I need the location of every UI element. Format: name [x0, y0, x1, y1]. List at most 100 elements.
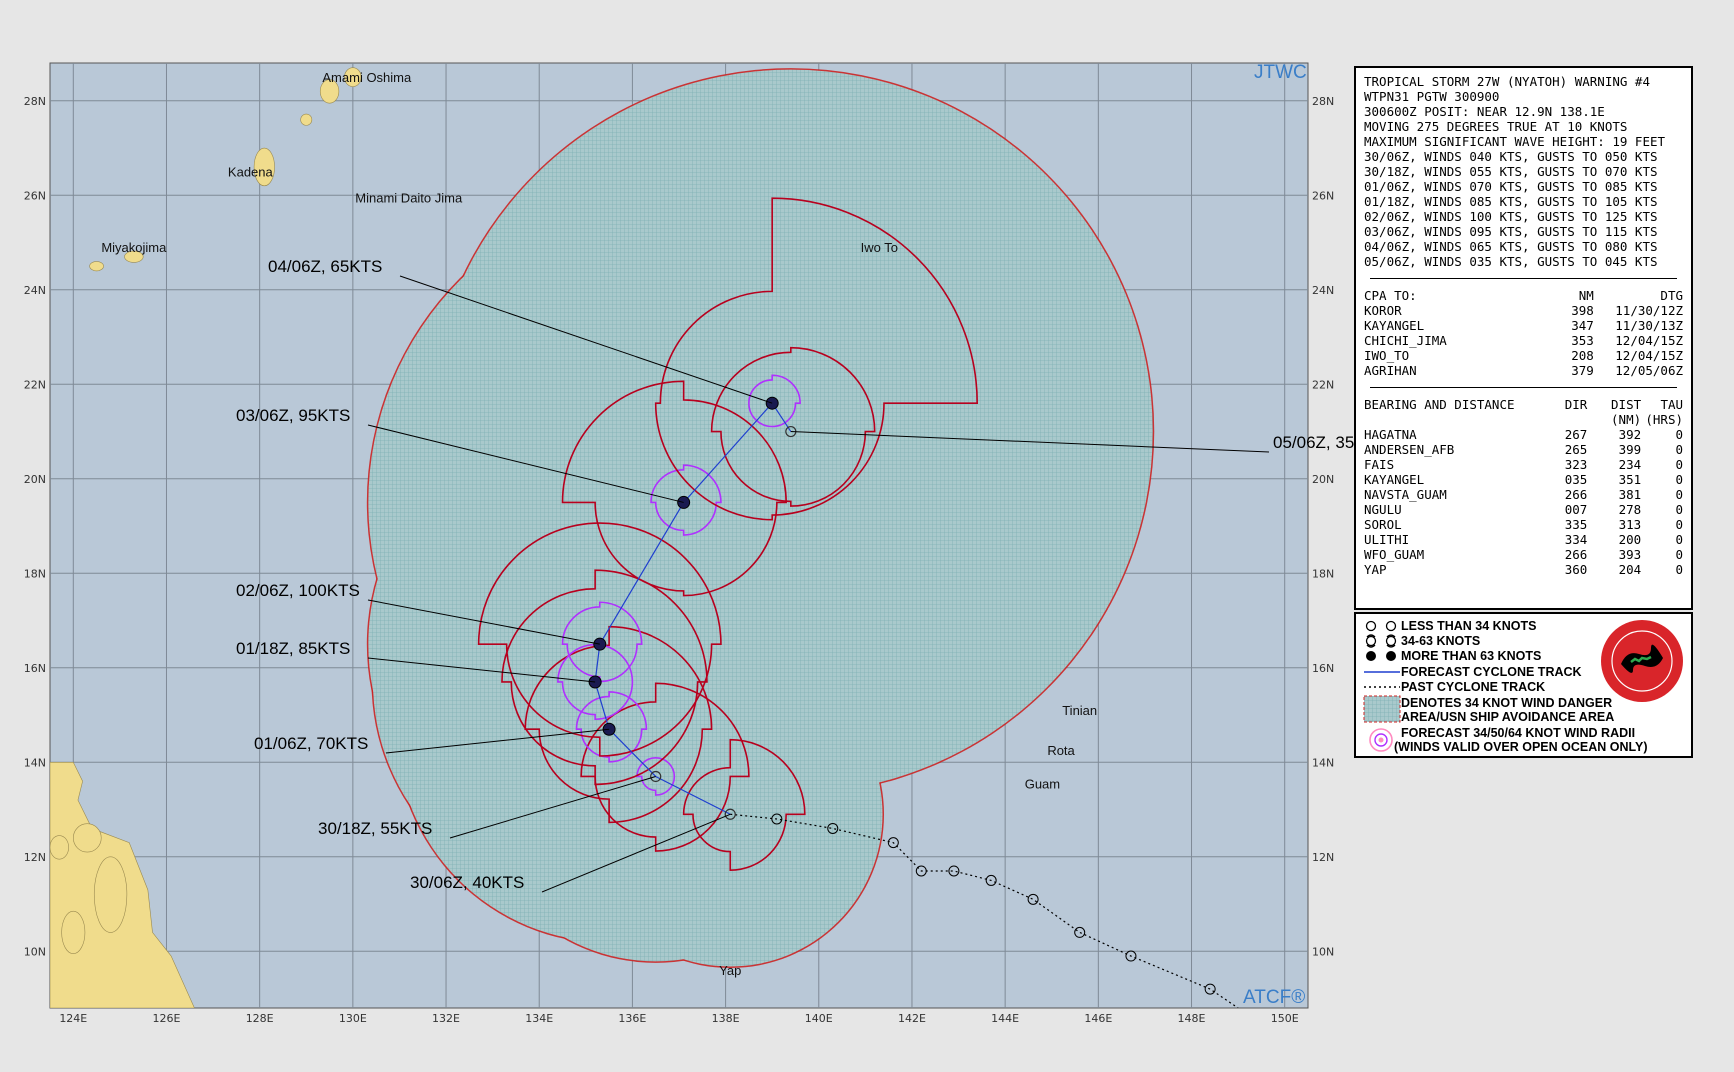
bd-row: YAP 360 204 0 — [1364, 562, 1683, 577]
cpa-row: KAYANGEL 347 11/30/13Z — [1364, 318, 1683, 333]
lon-tick-label: 150E — [1271, 1012, 1299, 1025]
legend-item-gt63: MORE THAN 63 KNOTS — [1401, 649, 1542, 663]
table-cell: 335 — [1564, 517, 1588, 532]
lat-tick-label-left: 22N — [24, 378, 46, 391]
lat-tick-label-left: 16N — [24, 662, 46, 675]
table-cell: 379 — [1571, 363, 1594, 378]
lon-tick-label: 132E — [432, 1012, 460, 1025]
table-cell: 12/04/15Z — [1615, 348, 1683, 363]
forecast-callout-label: 02/06Z, 100KTS — [236, 581, 360, 600]
table-cell: 313 — [1618, 517, 1642, 532]
table-cell: YAP — [1364, 562, 1387, 577]
place-label: Yap — [719, 963, 741, 978]
island — [50, 835, 69, 860]
table-cell: 381 — [1618, 487, 1642, 502]
table-cell: CHICHI_JIMA — [1364, 333, 1447, 348]
cpa-header-row: CPA TO: NM DTG — [1364, 288, 1683, 303]
warning-text-line: 30/18Z, WINDS 055 KTS, GUSTS TO 070 KTS — [1364, 164, 1658, 179]
warning-text-line: TROPICAL STORM 27W (NYATOH) WARNING #4 — [1364, 74, 1650, 89]
forecast-callout-label: 30/06Z, 40KTS — [410, 873, 524, 892]
lon-tick-label: 138E — [712, 1012, 740, 1025]
table-cell: KAYANGEL — [1364, 472, 1425, 487]
bd-row: NAVSTA_GUAM 266 381 0 — [1364, 487, 1683, 502]
table-cell: 323 — [1564, 457, 1588, 472]
table-cell: CPA TO: — [1364, 288, 1417, 303]
place-label: Tinian — [1062, 703, 1097, 718]
table-cell: (NM) — [1611, 412, 1642, 427]
legend-item-forecast-track: FORECAST CYCLONE TRACK — [1401, 665, 1582, 679]
table-cell: 393 — [1618, 547, 1642, 562]
island — [93, 856, 128, 933]
warning-text-line: 02/06Z, WINDS 100 KTS, GUSTS TO 125 KTS — [1364, 209, 1658, 224]
table-cell: ULITHI — [1364, 532, 1410, 547]
lat-tick-label-right: 24N — [1312, 284, 1334, 297]
table-cell: 0 — [1675, 517, 1684, 532]
table-cell: (HRS) — [1645, 412, 1684, 427]
table-cell: 266 — [1564, 547, 1588, 562]
lat-tick-label-left: 26N — [24, 189, 46, 202]
island — [72, 823, 102, 853]
table-cell: DIR — [1564, 397, 1588, 412]
table-cell: 0 — [1675, 502, 1684, 517]
forecast-callout-label: 01/18Z, 85KTS — [236, 639, 350, 658]
table-cell: 234 — [1618, 457, 1642, 472]
cpa-row: CHICHI_JIMA 353 12/04/15Z — [1364, 333, 1683, 348]
cpa-row: AGRIHAN 379 12/05/06Z — [1364, 363, 1683, 378]
lat-tick-label-left: 28N — [24, 95, 46, 108]
map-legend: LESS THAN 34 KNOTS 34-63 KNOTS MORE THAN… — [1354, 612, 1693, 758]
lat-tick-label-right: 22N — [1312, 378, 1334, 391]
island — [61, 910, 86, 954]
warning-text-line: 01/18Z, WINDS 085 KTS, GUSTS TO 105 KTS — [1364, 194, 1658, 209]
table-cell: 11/30/13Z — [1615, 318, 1683, 333]
table-cell: 0 — [1675, 547, 1684, 562]
table-cell: NM — [1578, 288, 1594, 303]
agency-label-bottom: ATCF® — [1243, 987, 1305, 1008]
lat-tick-label-right: 10N — [1312, 945, 1334, 958]
table-cell: 12/05/06Z — [1615, 363, 1683, 378]
legend-item-34-63: 34-63 KNOTS — [1401, 634, 1481, 648]
island — [300, 113, 313, 126]
island — [89, 261, 104, 272]
table-cell: 204 — [1618, 562, 1642, 577]
legend-item-radii-2: (WINDS VALID OVER OPEN OCEAN ONLY) — [1394, 740, 1648, 754]
warning-header: TROPICAL STORM 27W (NYATOH) WARNING #4 WT… — [1364, 74, 1683, 269]
table-cell: 0 — [1675, 487, 1684, 502]
place-label: Minami Daito Jima — [355, 190, 463, 205]
agency-label-top: JTWC — [1254, 62, 1307, 83]
table-cell: FAIS — [1364, 457, 1395, 472]
legend-item-danger-1: DENOTES 34 KNOT WIND DANGER — [1401, 696, 1613, 710]
forecast-callout-label: 01/06Z, 70KTS — [254, 734, 368, 753]
bd-row: FAIS 323 234 0 — [1364, 457, 1683, 472]
bd-row: WFO_GUAM 266 393 0 — [1364, 547, 1683, 562]
table-cell: 035 — [1564, 472, 1588, 487]
table-cell: 351 — [1618, 472, 1642, 487]
lon-tick-label: 146E — [1084, 1012, 1112, 1025]
bd-row: ULITHI 334 200 0 — [1364, 532, 1683, 547]
table-cell: 208 — [1571, 348, 1594, 363]
legend-item-radii-1: FORECAST 34/50/64 KNOT WIND RADII — [1401, 726, 1636, 740]
table-cell: HAGATNA — [1364, 427, 1417, 442]
cpa-row: KOROR 398 11/30/12Z — [1364, 303, 1683, 318]
table-cell: TAU — [1660, 397, 1684, 412]
table-cell: 0 — [1675, 562, 1684, 577]
table-cell: 399 — [1618, 442, 1642, 457]
lon-tick-label: 126E — [153, 1012, 181, 1025]
cpa-table: CPA TO: NM DTG KOROR 398 11/30/12Z KAYANGEL 347… — [1364, 288, 1683, 378]
forecast-callout-label: 04/06Z, 65KTS — [268, 257, 382, 276]
lat-tick-label-right: 14N — [1312, 756, 1334, 769]
table-cell: 12/04/15Z — [1615, 333, 1683, 348]
bd-row: NGULU 007 278 0 — [1364, 502, 1683, 517]
place-label: Rota — [1047, 743, 1075, 758]
lon-tick-label: 140E — [805, 1012, 833, 1025]
warning-text-line: 30/06Z, WINDS 040 KTS, GUSTS TO 050 KTS — [1364, 149, 1658, 164]
table-cell: 353 — [1571, 333, 1594, 348]
lat-tick-label-left: 10N — [24, 945, 46, 958]
place-label: Kadena — [228, 164, 274, 179]
lat-tick-label-left: 14N — [24, 756, 46, 769]
warning-text-line: 03/06Z, WINDS 095 KTS, GUSTS TO 115 KTS — [1364, 224, 1658, 239]
forecast-callout-label: 03/06Z, 95KTS — [236, 406, 350, 425]
bearing-distance-table: BEARING AND DISTANCE DIR DIST TAU (NM) (HRS) H… — [1364, 397, 1683, 577]
warning-text-line: 01/06Z, WINDS 070 KTS, GUSTS TO 085 KTS — [1364, 179, 1658, 194]
lon-tick-label: 128E — [246, 1012, 274, 1025]
table-cell — [1550, 412, 1587, 427]
